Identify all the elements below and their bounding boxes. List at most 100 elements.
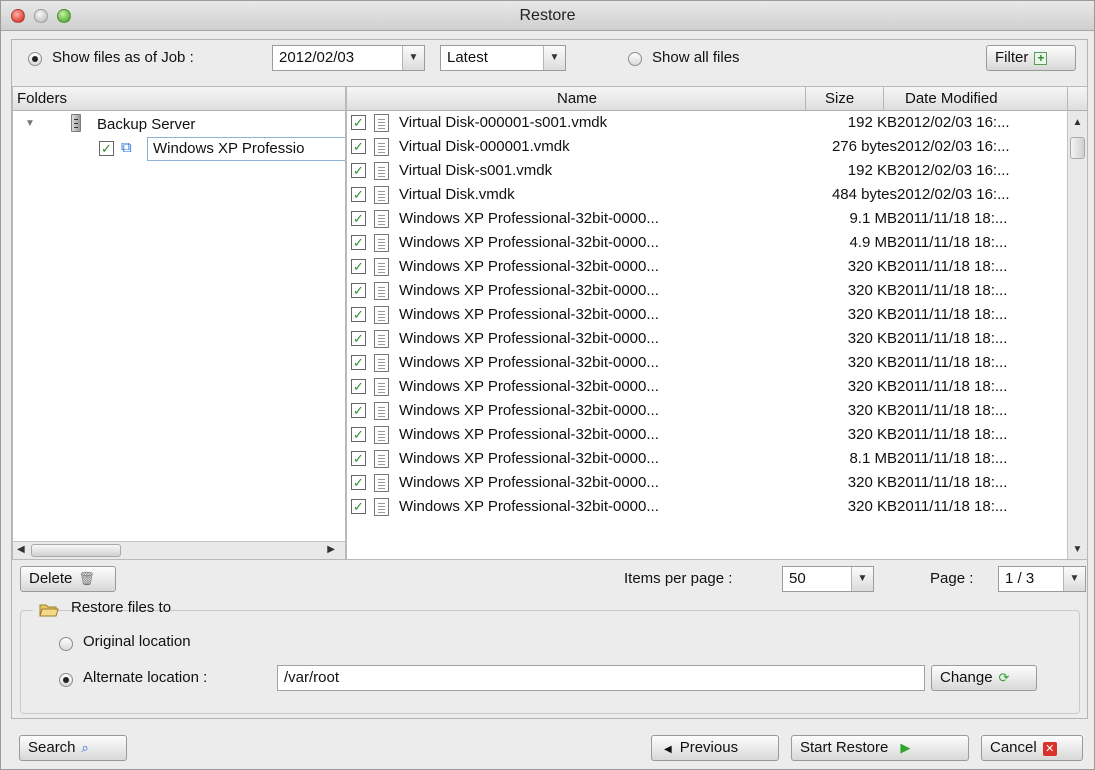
files-pane: Name Size Date Modified ✓ Virtual Disk-00… — [346, 86, 1088, 560]
file-row[interactable]: ✓ Windows XP Professional-32bit-0000... 9.… — [347, 207, 1069, 231]
file-row[interactable]: ✓ Windows XP Professional-32bit-0000... 32… — [347, 495, 1069, 519]
file-date-modified: 2011/11/18 18:... — [897, 330, 1008, 347]
scroll-right-icon[interactable]: ▶ — [327, 544, 335, 555]
file-row[interactable]: ✓ Windows XP Professional-32bit-0000... 32… — [347, 255, 1069, 279]
document-icon — [374, 450, 389, 468]
delete-button[interactable]: Delete 🗑 — [20, 566, 116, 592]
file-checkbox[interactable]: ✓ — [351, 379, 366, 394]
filter-button[interactable]: Filter + — [986, 45, 1076, 71]
document-icon — [374, 114, 389, 132]
file-size: 320 KB — [847, 282, 897, 299]
chevron-down-icon: ▼ — [543, 46, 565, 70]
show-all-files-label: Show all files — [652, 49, 740, 66]
previous-arrow-icon: ◀ — [664, 744, 672, 755]
file-row[interactable]: ✓ Windows XP Professional-32bit-0000... 32… — [347, 399, 1069, 423]
file-row[interactable]: ✓ Virtual Disk-s001.vmdk 192 KB 2012/02/03 … — [347, 159, 1069, 183]
file-row[interactable]: ✓ Virtual Disk-000001.vmdk 276 bytes 2012/0… — [347, 135, 1069, 159]
size-column-header[interactable]: Size — [825, 90, 854, 107]
scroll-up-icon[interactable]: ▲ — [1070, 117, 1085, 128]
page-label: Page : — [930, 570, 974, 587]
files-scroll-thumb[interactable] — [1070, 137, 1085, 159]
search-button[interactable]: Search ⌕ — [19, 735, 127, 761]
file-row[interactable]: ✓ Windows XP Professional-32bit-0000... 32… — [347, 279, 1069, 303]
file-row[interactable]: ✓ Windows XP Professional-32bit-0000... 32… — [347, 303, 1069, 327]
column-divider — [805, 87, 806, 111]
name-column-header[interactable]: Name — [557, 90, 597, 107]
chevron-down-icon: ▼ — [851, 567, 873, 591]
folders-horizontal-scrollbar[interactable]: ◀ ▶ — [13, 541, 345, 559]
file-checkbox[interactable]: ✓ — [351, 283, 366, 298]
virtual-machine-icon: ⧉ — [121, 139, 132, 156]
file-checkbox[interactable]: ✓ — [351, 115, 366, 130]
file-checkbox[interactable]: ✓ — [351, 451, 366, 466]
file-checkbox[interactable]: ✓ — [351, 475, 366, 490]
previous-button-label: Previous — [679, 739, 739, 756]
file-size: 320 KB — [847, 354, 897, 371]
file-name: Windows XP Professional-32bit-0000... — [399, 402, 659, 419]
job-date-select[interactable]: 2012/02/03 ▼ — [272, 45, 425, 71]
file-date-modified: 2011/11/18 18:... — [897, 354, 1008, 371]
file-date-modified: 2011/11/18 18:... — [897, 402, 1008, 419]
original-location-radio[interactable] — [59, 637, 73, 651]
scroll-down-icon[interactable]: ▼ — [1070, 544, 1085, 555]
file-row[interactable]: ✓ Virtual Disk.vmdk 484 bytes 2012/02/03 16… — [347, 183, 1069, 207]
version-select[interactable]: Latest ▼ — [440, 45, 566, 71]
file-row[interactable]: ✓ Windows XP Professional-32bit-0000... 32… — [347, 375, 1069, 399]
alternate-location-radio[interactable] — [59, 673, 73, 687]
tree-node-backup-server[interactable]: ▼ Backup Server — [13, 113, 343, 137]
restore-legend-label: Restore files to — [71, 599, 172, 616]
file-checkbox[interactable]: ✓ — [351, 307, 366, 322]
file-checkbox[interactable]: ✓ — [351, 427, 366, 442]
alternate-location-path-input[interactable]: /var/root — [277, 665, 925, 691]
file-checkbox[interactable]: ✓ — [351, 331, 366, 346]
document-icon — [374, 162, 389, 180]
file-row[interactable]: ✓ Windows XP Professional-32bit-0000... 8.… — [347, 447, 1069, 471]
items-per-page-value: 50 — [789, 570, 806, 587]
file-row[interactable]: ✓ Virtual Disk-000001-s001.vmdk 192 KB 2012… — [347, 111, 1069, 135]
vm-checkbox[interactable]: ✓ — [99, 141, 114, 156]
file-name: Windows XP Professional-32bit-0000... — [399, 306, 659, 323]
file-date-modified: 2011/11/18 18:... — [897, 378, 1008, 395]
tree-node-vm[interactable]: ✓ ⧉ Windows XP Professio — [13, 137, 345, 161]
file-date-modified: 2012/02/03 16:... — [897, 138, 1010, 155]
file-name: Windows XP Professional-32bit-0000... — [399, 354, 659, 371]
file-checkbox[interactable]: ✓ — [351, 139, 366, 154]
file-row[interactable]: ✓ Windows XP Professional-32bit-0000... 4.… — [347, 231, 1069, 255]
date-column-header[interactable]: Date Modified — [905, 90, 998, 107]
file-row[interactable]: ✓ Windows XP Professional-32bit-0000... 32… — [347, 351, 1069, 375]
file-row[interactable]: ✓ Windows XP Professional-32bit-0000... 32… — [347, 423, 1069, 447]
scroll-left-icon[interactable]: ◀ — [17, 544, 25, 555]
file-checkbox[interactable]: ✓ — [351, 499, 366, 514]
file-checkbox[interactable]: ✓ — [351, 235, 366, 250]
folders-pane: Folders ▼ Backup Server ✓ ⧉ Windows XP P… — [12, 86, 346, 560]
job-selection-bar: Show files as of Job : 2012/02/03 ▼ Late… — [12, 40, 1087, 78]
show-as-of-job-label: Show files as of Job : — [52, 49, 194, 66]
files-vertical-scrollbar[interactable]: ▲ ▼ — [1067, 111, 1087, 559]
file-row[interactable]: ✓ Windows XP Professional-32bit-0000... 32… — [347, 471, 1069, 495]
restore-content: Show files as of Job : 2012/02/03 ▼ Late… — [11, 39, 1088, 719]
file-size: 320 KB — [847, 498, 897, 515]
page-select[interactable]: 1 / 3 ▼ — [998, 566, 1086, 592]
file-size: 320 KB — [847, 426, 897, 443]
file-row[interactable]: ✓ Windows XP Professional-32bit-0000... 32… — [347, 327, 1069, 351]
filter-button-label: Filter — [995, 49, 1029, 66]
file-checkbox[interactable]: ✓ — [351, 163, 366, 178]
folders-scroll-thumb[interactable] — [31, 544, 121, 557]
document-icon — [374, 282, 389, 300]
file-checkbox[interactable]: ✓ — [351, 403, 366, 418]
show-as-of-job-radio[interactable] — [28, 52, 42, 66]
cancel-button[interactable]: Cancel ✕ — [981, 735, 1083, 761]
file-checkbox[interactable]: ✓ — [351, 211, 366, 226]
items-per-page-select[interactable]: 50 ▼ — [782, 566, 874, 592]
file-checkbox[interactable]: ✓ — [351, 187, 366, 202]
start-restore-button[interactable]: Start Restore ▶ — [791, 735, 969, 761]
show-all-files-radio[interactable] — [628, 52, 642, 66]
file-name: Windows XP Professional-32bit-0000... — [399, 378, 659, 395]
file-checkbox[interactable]: ✓ — [351, 259, 366, 274]
change-location-button[interactable]: Change ⟳ — [931, 665, 1037, 691]
file-checkbox[interactable]: ✓ — [351, 355, 366, 370]
previous-button[interactable]: ◀ Previous — [651, 735, 779, 761]
column-divider — [883, 87, 884, 111]
document-icon — [374, 378, 389, 396]
disclosure-triangle-icon[interactable]: ▼ — [25, 118, 35, 129]
